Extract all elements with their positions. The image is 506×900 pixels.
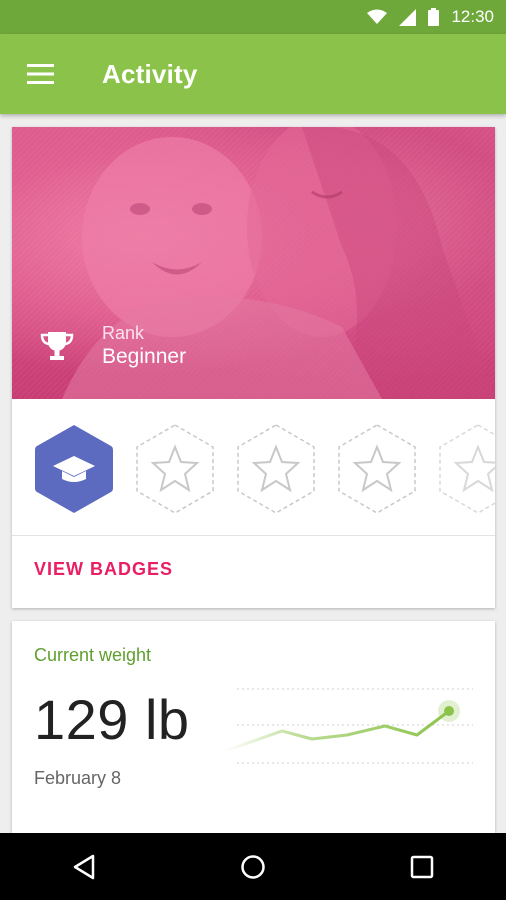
star-icon xyxy=(150,444,200,493)
rank-label: Rank xyxy=(102,323,145,343)
status-bar: 12:30 xyxy=(0,0,506,34)
badge-locked[interactable] xyxy=(235,423,317,515)
home-button[interactable] xyxy=(223,837,283,897)
system-nav-bar xyxy=(0,833,506,900)
view-badges-button[interactable]: VIEW BADGES xyxy=(34,559,173,580)
badges-row[interactable] xyxy=(12,399,495,536)
back-button[interactable] xyxy=(54,837,114,897)
badge-locked[interactable] xyxy=(134,423,216,515)
page-title: Activity xyxy=(102,58,198,89)
star-icon xyxy=(251,444,301,493)
trophy-icon xyxy=(40,332,74,360)
hero-photo xyxy=(62,127,495,399)
menu-icon xyxy=(26,64,54,84)
weight-card[interactable]: Current weight 129 lb February 8 xyxy=(12,621,495,833)
menu-button[interactable] xyxy=(20,54,60,94)
weight-label: Current weight xyxy=(34,645,152,665)
status-time: 12:30 xyxy=(451,7,494,26)
home-icon xyxy=(241,854,265,879)
chart-point-current xyxy=(444,706,454,716)
rank-value: Beginner xyxy=(102,345,187,368)
weight-trend-chart xyxy=(224,688,473,764)
rank-hero-image: Rank Beginner xyxy=(12,127,495,399)
weight-value: 129 lb xyxy=(34,688,190,751)
weight-trend-line xyxy=(224,709,450,753)
wifi-icon xyxy=(367,9,388,24)
star-icon xyxy=(352,444,402,493)
battery-icon xyxy=(428,8,440,26)
badge-locked[interactable] xyxy=(437,423,495,515)
signal-icon xyxy=(399,8,417,26)
rank-card: Rank Beginner VIEW BADGES xyxy=(12,127,495,608)
recents-icon xyxy=(410,855,433,878)
weight-date: February 8 xyxy=(34,768,122,788)
app-bar: Activity xyxy=(0,34,506,114)
recents-button[interactable] xyxy=(392,837,452,897)
star-icon xyxy=(453,444,495,493)
badge-locked[interactable] xyxy=(336,423,418,515)
back-icon xyxy=(74,854,95,879)
badge-earned[interactable] xyxy=(33,423,115,515)
